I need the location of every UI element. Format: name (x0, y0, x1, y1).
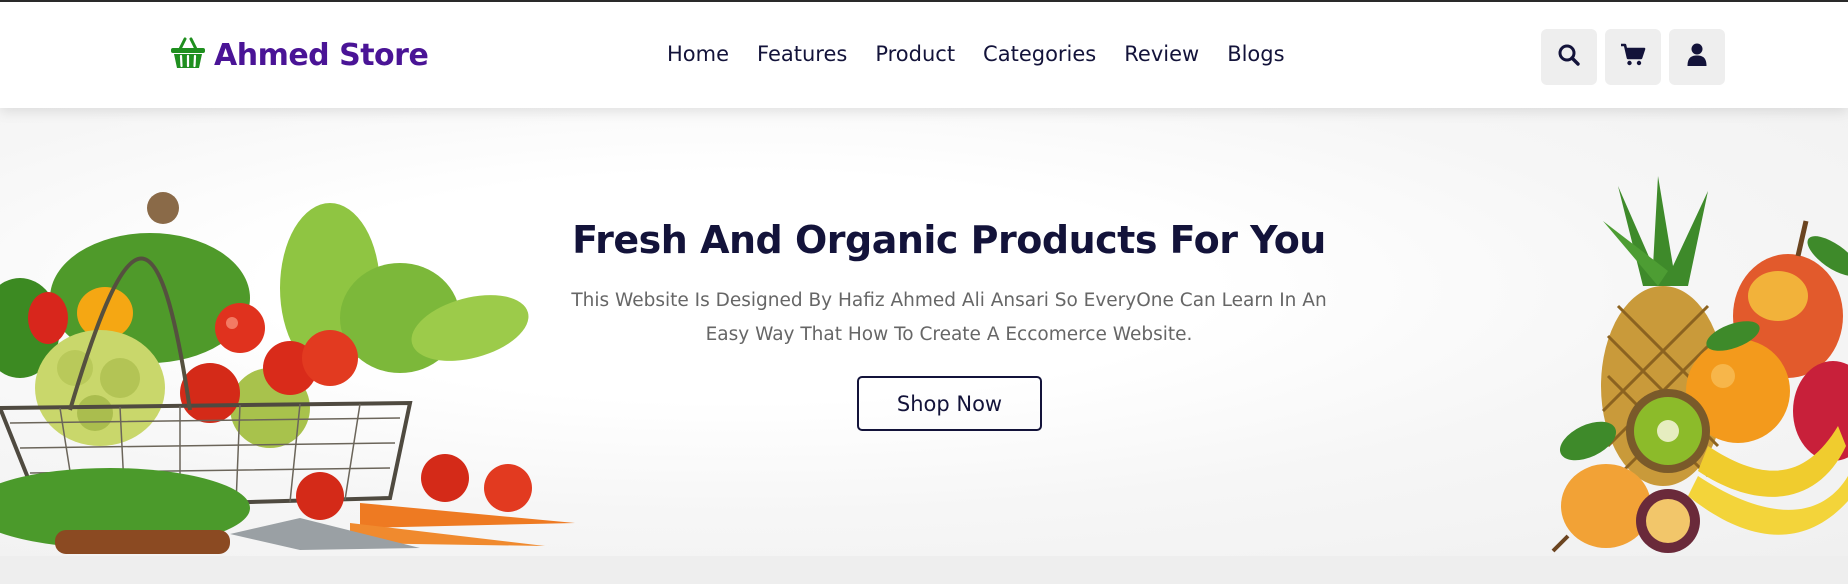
nav-item-home[interactable]: Home (667, 42, 729, 72)
cart-button[interactable] (1605, 29, 1661, 85)
nav-item-categories[interactable]: Categories (983, 42, 1096, 72)
nav-item-review[interactable]: Review (1124, 42, 1199, 72)
brand-name: Ahmed Store (214, 37, 429, 73)
shopping-cart-icon (1620, 43, 1646, 72)
hero-title: Fresh And Organic Products For You (572, 218, 1326, 262)
nav-item-product[interactable]: Product (875, 42, 955, 72)
nav-item-blogs[interactable]: Blogs (1227, 42, 1284, 72)
search-icon (1557, 43, 1581, 72)
user-account-button[interactable] (1669, 29, 1725, 85)
shop-now-button[interactable]: Shop Now (857, 376, 1042, 431)
user-icon (1687, 43, 1707, 72)
hero-description: This Website Is Designed By Hafiz Ahmed … (571, 290, 1327, 345)
search-button[interactable] (1541, 29, 1597, 85)
header-icon-group (1541, 29, 1725, 85)
main-nav: Home Features Product Categories Review … (667, 42, 1285, 72)
hero-section: Fresh And Organic Products For You This … (0, 108, 1848, 556)
shopping-basket-icon (170, 37, 206, 74)
site-header: Ahmed Store Home Features Product Catego… (0, 2, 1848, 108)
brand-logo-link[interactable]: Ahmed Store (170, 35, 429, 75)
next-section-strip (0, 556, 1848, 584)
nav-item-features[interactable]: Features (757, 42, 847, 72)
